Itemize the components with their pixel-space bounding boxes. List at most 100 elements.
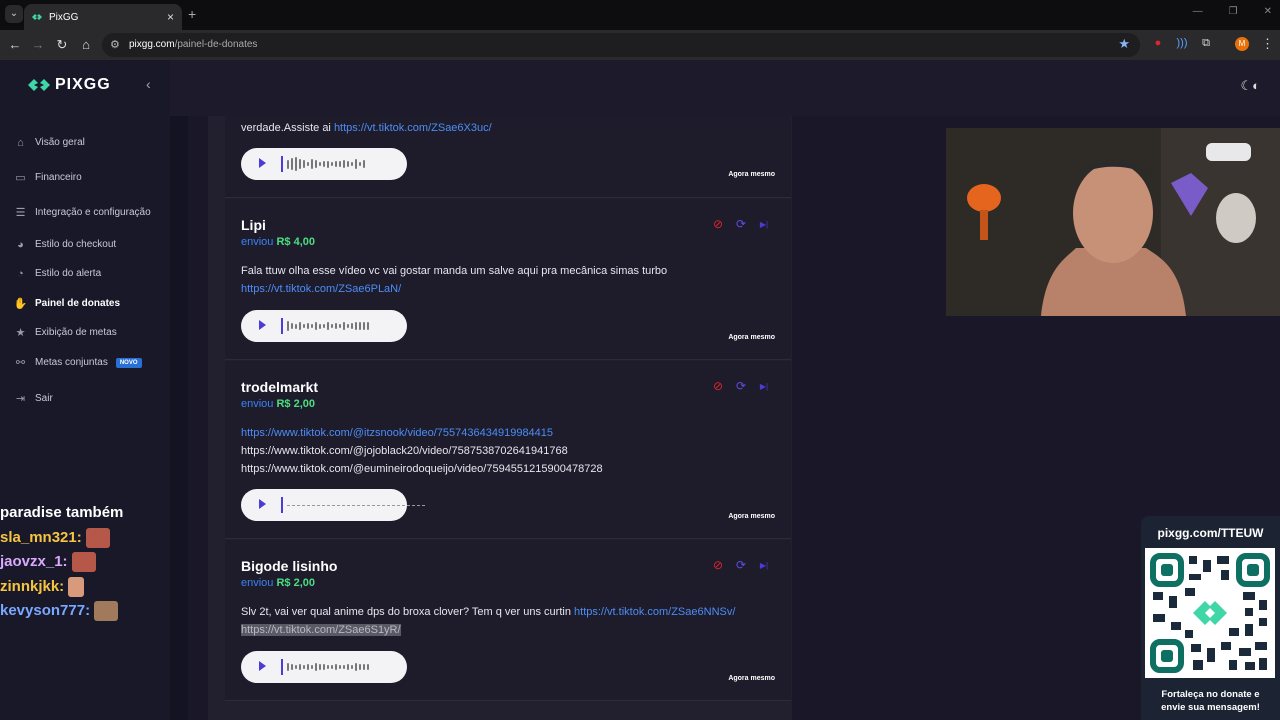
waveform-bar <box>299 664 301 670</box>
sidebar-item-painel-donates[interactable]: ✋ Painel de donates <box>14 297 120 310</box>
sidebar-item-visao-geral[interactable]: ⌂ Visão geral <box>14 136 85 149</box>
sidebar-item-metas-conjuntas[interactable]: ⚯ Metas conjuntas NOVO <box>14 356 142 369</box>
waveform-bar <box>327 665 329 669</box>
qr-cta-text: Fortaleça no donate e envie sua mensagem… <box>1161 689 1260 713</box>
play-icon[interactable] <box>259 320 266 330</box>
sidebar-item-integracao[interactable]: ☰ Integração e configuração <box>14 206 151 219</box>
browser-menu-icon[interactable]: ⋮ <box>1261 36 1274 52</box>
sidebar-item-financeiro[interactable]: ▭ Financeiro <box>14 171 82 184</box>
tab-search-button[interactable]: ⌄ <box>5 5 23 23</box>
qr-code-icon <box>1145 548 1275 678</box>
bookmark-star-icon[interactable]: ★ <box>1118 36 1130 52</box>
message-link[interactable]: https://vt.tiktok.com/ZSae6NNSv/ <box>574 606 735 618</box>
message-link[interactable]: https://vt.tiktok.com/ZSae6X3uc/ <box>334 122 492 134</box>
skip-icon[interactable]: ▶| <box>757 217 771 231</box>
audio-player[interactable] <box>241 489 425 521</box>
audio-player[interactable] <box>241 651 407 683</box>
theme-toggle-moon-icon[interactable]: ☾◐ <box>1240 78 1260 94</box>
message-link[interactable]: https://vt.tiktok.com/ZSae6PLaN/ <box>241 280 667 298</box>
waveform-bar <box>307 162 309 166</box>
pixgg-logo[interactable]: PIXGG <box>28 76 111 94</box>
waveform-bar <box>372 504 375 506</box>
waveform-bar <box>291 664 293 670</box>
collapse-sidebar-chevron-icon[interactable]: ‹ <box>146 76 151 92</box>
logout-icon: ⇥ <box>15 393 26 405</box>
donation-amount-line: enviou R$ 4,00 <box>241 236 316 248</box>
selected-link-text[interactable]: https://vt.tiktok.com/ZSae6S1yR/ <box>241 624 401 636</box>
waveform-bar <box>337 504 340 506</box>
extension-red-icon[interactable]: ● <box>1150 37 1166 49</box>
extensions-puzzle-icon[interactable]: ⧉ <box>1198 37 1214 50</box>
replay-icon[interactable]: ⟳ <box>734 379 748 393</box>
qr-donate-widget: pixgg.com/TTEUW Fortaleça no donate e en… <box>1141 516 1280 720</box>
block-icon[interactable]: ⊘ <box>711 558 725 572</box>
waveform-bar <box>335 161 337 167</box>
waveform-bar <box>303 160 305 168</box>
reload-icon[interactable]: ↻ <box>54 37 70 53</box>
audio-player[interactable] <box>241 148 407 180</box>
waveform-bar <box>299 159 301 169</box>
sidebar-item-estilo-alerta[interactable]: ◔ Estilo do alerta <box>14 267 101 280</box>
block-icon[interactable]: ⊘ <box>711 379 725 393</box>
sidebar-item-sair[interactable]: ⇥ Sair <box>14 392 53 405</box>
skip-icon[interactable]: ▶| <box>757 558 771 572</box>
play-icon[interactable] <box>259 158 266 168</box>
waveform-bar <box>347 161 349 167</box>
profile-avatar[interactable]: M <box>1235 37 1249 51</box>
sidebar-item-exibicao-metas[interactable]: ★ Exibição de metas <box>14 326 117 339</box>
playhead[interactable] <box>281 318 283 334</box>
donation-time: Agora mesmo <box>728 171 775 178</box>
sidebar-item-label: Financeiro <box>35 172 82 183</box>
share-icon: ⚯ <box>15 357 26 369</box>
waveform <box>281 497 425 513</box>
donation-message: Slv 2t, vai ver qual anime dps do broxa … <box>241 606 736 636</box>
window-controls: — ❐ ✕ <box>1193 6 1272 17</box>
settings-icon: ☰ <box>15 207 26 219</box>
waveform-bar <box>323 324 325 328</box>
replay-icon[interactable]: ⟳ <box>734 558 748 572</box>
emote-image-icon <box>94 601 119 621</box>
play-icon[interactable] <box>259 499 266 509</box>
sidebar-item-estilo-checkout[interactable]: ◕ Estilo do checkout <box>14 238 116 251</box>
waveform-bar <box>363 160 365 168</box>
sidebar-item-label: Visão geral <box>35 137 85 148</box>
waveform <box>281 318 369 334</box>
skip-icon[interactable]: ▶| <box>757 379 771 393</box>
url-text: pixgg.com/painel-de-donates <box>129 39 258 50</box>
waveform-bar <box>382 504 385 506</box>
tab-close-icon[interactable]: × <box>167 10 174 24</box>
playhead[interactable] <box>281 497 283 513</box>
extension-wifi-icon[interactable]: ))) <box>1174 37 1190 49</box>
restore-icon[interactable]: ❐ <box>1229 6 1238 17</box>
waveform-bar <box>339 665 341 669</box>
forward-arrow-icon[interactable]: → <box>30 37 46 53</box>
browser-tab-pixgg[interactable]: PixGG × <box>24 4 182 30</box>
replay-icon[interactable]: ⟳ <box>734 217 748 231</box>
waveform-bar <box>343 322 345 330</box>
waveform-bar <box>307 504 310 506</box>
message-link[interactable]: https://www.tiktok.com/@itzsnook/video/7… <box>241 424 603 442</box>
waveform-bar <box>359 162 361 166</box>
block-icon[interactable]: ⊘ <box>711 217 725 231</box>
address-bar[interactable]: ⚙ pixgg.com/painel-de-donates ★ <box>102 33 1140 57</box>
audio-player[interactable] <box>241 310 407 342</box>
waveform-bar <box>315 160 317 168</box>
waveform-bar <box>342 504 345 506</box>
waveform-bar <box>363 664 365 670</box>
back-arrow-icon[interactable]: ← <box>7 37 23 53</box>
waveform-bar <box>343 160 345 168</box>
chat-line: paradise também <box>0 504 124 521</box>
sidebar-item-label: Metas conjuntas <box>35 357 108 368</box>
close-window-icon[interactable]: ✕ <box>1264 6 1272 17</box>
minimize-icon[interactable]: — <box>1193 6 1203 17</box>
home-button-icon[interactable]: ⌂ <box>78 37 94 53</box>
playhead[interactable] <box>281 659 283 675</box>
browser-toolbar: ← → ↻ ⌂ ⚙ pixgg.com/painel-de-donates ★ … <box>0 30 1280 60</box>
site-info-icon[interactable]: ⚙ <box>110 38 120 51</box>
play-icon[interactable] <box>259 661 266 671</box>
new-tab-plus-icon[interactable]: + <box>188 6 196 22</box>
waveform-bar <box>357 504 360 506</box>
waveform-bar <box>367 322 369 330</box>
playhead[interactable] <box>281 156 283 172</box>
waveform-bar <box>355 159 357 169</box>
